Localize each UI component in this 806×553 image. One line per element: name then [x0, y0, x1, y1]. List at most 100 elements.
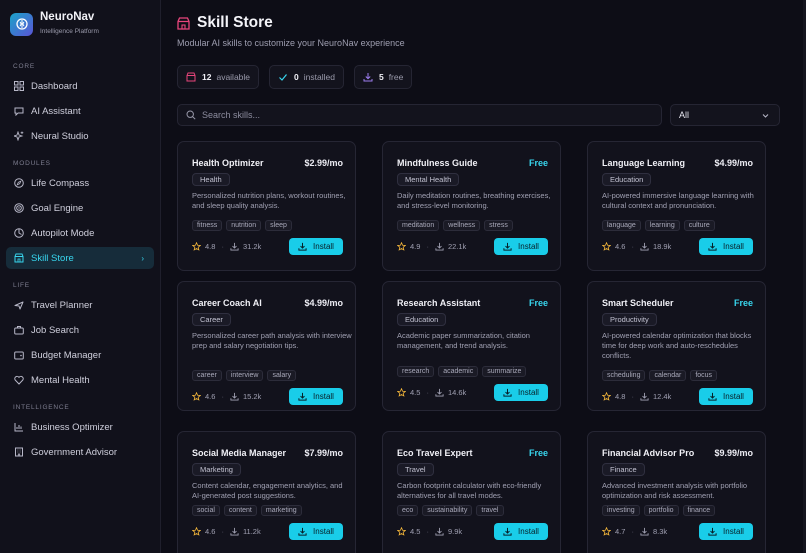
- skill-category-badge: Education: [397, 313, 447, 326]
- skill-card[interactable]: Career Coach AI $4.99/mo Career Personal…: [177, 281, 356, 411]
- skill-meta: 4.9 · 22.1k: [397, 242, 466, 251]
- skill-card[interactable]: Social Media Manager $7.99/mo Marketing …: [177, 431, 356, 553]
- skill-price: Free: [528, 448, 548, 458]
- sidebar-item-skill-store[interactable]: Skill Store ›: [6, 247, 154, 269]
- skill-card[interactable]: Smart Scheduler Free Productivity AI-pow…: [587, 281, 766, 411]
- sidebar-item-autopilot-mode[interactable]: Autopilot Mode: [6, 222, 154, 244]
- skill-card[interactable]: Research Assistant Free Education Academ…: [382, 281, 561, 411]
- skill-tag: summarize: [482, 366, 527, 377]
- skill-meta: 4.8 · 31.2k: [192, 242, 261, 251]
- download-icon: [503, 527, 512, 536]
- sidebar-item-neural-studio[interactable]: Neural Studio: [6, 125, 154, 147]
- download-icon: [298, 242, 307, 251]
- download-icon: [640, 527, 649, 536]
- install-button[interactable]: Install: [699, 523, 753, 540]
- skill-name: Social Media Manager: [192, 448, 287, 458]
- install-button[interactable]: Install: [699, 238, 753, 255]
- chat-icon: [14, 107, 24, 116]
- stat-count: 0: [294, 72, 299, 82]
- install-button[interactable]: Install: [494, 238, 548, 255]
- skill-description: Personalized career path analysis with i…: [192, 331, 352, 350]
- install-label: Install: [518, 527, 539, 536]
- download-icon: [708, 392, 717, 401]
- sidebar-item-label: Business Optimizer: [31, 421, 113, 433]
- star-icon: [192, 527, 201, 536]
- search-input[interactable]: [202, 110, 642, 120]
- install-label: Install: [518, 242, 539, 251]
- skill-description: AI-powered calendar optimization that bl…: [602, 331, 752, 360]
- chevron-down-icon: [762, 114, 769, 118]
- skill-category-badge: Finance: [602, 463, 645, 476]
- separator-dot: ·: [426, 527, 429, 536]
- sidebar-item-goal-engine[interactable]: Goal Engine: [6, 197, 154, 219]
- section-title-intelligence: INTELLIGENCE: [13, 404, 70, 411]
- skill-card[interactable]: Health Optimizer $2.99/mo Health Persona…: [177, 141, 356, 271]
- install-label: Install: [723, 392, 744, 401]
- stats-bar: 12 available 0 installed 5 free: [177, 65, 422, 89]
- sidebar-item-business-optimizer[interactable]: Business Optimizer: [6, 416, 154, 438]
- sidebar-item-label: AI Assistant: [31, 105, 81, 117]
- sidebar-item-dashboard[interactable]: Dashboard: [6, 75, 154, 97]
- sidebar-item-label: Goal Engine: [31, 202, 84, 214]
- sidebar-item-life-compass[interactable]: Life Compass: [6, 172, 154, 194]
- skill-downloads: 18.9k: [652, 242, 672, 251]
- skill-description: AI-powered immersive language learning w…: [602, 191, 754, 210]
- skill-tag: sustainability: [422, 505, 473, 516]
- separator-dot: ·: [221, 527, 224, 536]
- skill-tag: stress: [484, 220, 513, 231]
- install-button[interactable]: Install: [494, 384, 548, 401]
- sidebar-item-label: Skill Store: [31, 252, 74, 264]
- star-icon: [397, 388, 406, 397]
- skill-tag: academic: [438, 366, 479, 377]
- download-icon: [640, 392, 649, 401]
- skill-tag: research: [397, 366, 435, 377]
- store-icon: [186, 72, 196, 82]
- sidebar-item-travel-planner[interactable]: Travel Planner: [6, 294, 154, 316]
- download-icon: [640, 242, 649, 251]
- install-label: Install: [518, 388, 539, 397]
- skill-downloads: 8.3k: [652, 527, 668, 536]
- skill-rating: 4.8: [205, 242, 216, 251]
- building-icon: [15, 447, 23, 457]
- install-label: Install: [313, 392, 334, 401]
- skill-description: Personalized nutrition plans, workout ro…: [192, 191, 346, 210]
- sidebar-item-government-advisor[interactable]: Government Advisor: [6, 441, 154, 463]
- install-button[interactable]: Install: [494, 523, 548, 540]
- skill-card[interactable]: Eco Travel Expert Free Travel Carbon foo…: [382, 431, 561, 553]
- category-filter-select[interactable]: All: [670, 104, 780, 126]
- install-button[interactable]: Install: [289, 523, 343, 540]
- grid-icon: [14, 81, 24, 91]
- install-button[interactable]: Install: [699, 388, 753, 405]
- brain-logo-icon: [10, 12, 33, 36]
- heart-icon: [14, 375, 24, 385]
- sidebar-item-ai-assistant[interactable]: AI Assistant: [6, 100, 154, 122]
- skill-downloads: 11.2k: [242, 527, 261, 536]
- skill-meta: 4.5 · 14.6k: [397, 388, 466, 397]
- skill-price: $7.99/mo: [304, 448, 343, 458]
- sidebar-item-label: Dashboard: [31, 80, 78, 92]
- skill-name: Smart Scheduler: [602, 298, 674, 308]
- search-bar[interactable]: [177, 104, 662, 126]
- download-icon: [503, 388, 512, 397]
- skill-card[interactable]: Financial Advisor Pro $9.99/mo Finance A…: [587, 431, 766, 553]
- install-label: Install: [723, 527, 744, 536]
- sparkles-icon: [14, 131, 24, 141]
- sidebar-item-mental-health[interactable]: Mental Health: [6, 369, 154, 391]
- install-button[interactable]: Install: [289, 238, 343, 255]
- star-icon: [192, 392, 201, 401]
- skill-tag: fitness: [192, 220, 223, 231]
- skill-rating: 4.6: [615, 242, 626, 251]
- skill-meta: 4.6 · 11.2k: [192, 527, 261, 536]
- skill-tag: meditation: [397, 220, 440, 231]
- sidebar-item-job-search[interactable]: Job Search: [6, 319, 154, 341]
- skill-tag: sleep: [265, 220, 292, 231]
- install-button[interactable]: Install: [289, 388, 343, 405]
- skill-card[interactable]: Mindfulness Guide Free Mental Health Dai…: [382, 141, 561, 271]
- skill-tag: salary: [267, 370, 297, 381]
- skill-card[interactable]: Language Learning $4.99/mo Education AI-…: [587, 141, 766, 271]
- skill-rating: 4.6: [205, 392, 216, 401]
- skill-description: Academic paper summarization, citation m…: [397, 331, 530, 350]
- sidebar-item-label: Autopilot Mode: [31, 227, 95, 239]
- sidebar-item-budget-manager[interactable]: Budget Manager: [6, 344, 154, 366]
- brand[interactable]: NeuroNav Intelligence Platform: [0, 0, 160, 48]
